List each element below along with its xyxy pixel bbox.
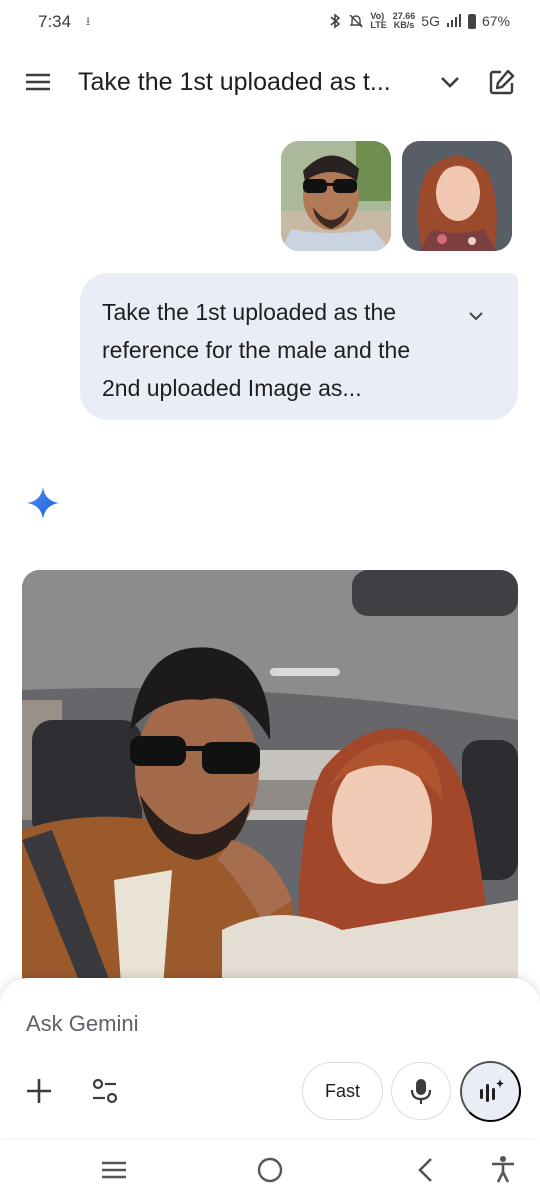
lte-label: LTE	[370, 20, 387, 30]
user-message-bubble[interactable]: Take the 1st uploaded as the reference f…	[80, 273, 518, 420]
speed-unit: KB/s	[393, 20, 415, 30]
back-icon[interactable]	[412, 1156, 440, 1184]
user-message-text: Take the 1st uploaded as the reference f…	[102, 299, 411, 401]
status-time: 7:34	[38, 12, 72, 31]
tools-settings-icon[interactable]	[88, 1074, 122, 1108]
chevron-down-icon[interactable]	[436, 68, 464, 96]
volte-indicator: Vo) LTE	[370, 12, 386, 30]
expand-chevron-icon[interactable]	[466, 305, 486, 325]
home-icon[interactable]	[256, 1156, 284, 1184]
recent-apps-icon[interactable]	[100, 1158, 128, 1182]
status-bar: 7:34 ⭳ Vo) LTE 27.66 KB/s 5G 67%	[0, 0, 540, 44]
gemini-sparkle-icon	[27, 487, 59, 519]
microphone-button[interactable]	[391, 1062, 451, 1120]
uploaded-image-female[interactable]	[402, 141, 512, 251]
microphone-icon	[410, 1079, 432, 1104]
app-header: Take the 1st uploaded as t...	[0, 54, 540, 110]
download-icon: ⭳	[86, 14, 91, 28]
status-indicators: Vo) LTE 27.66 KB/s 5G 67%	[328, 12, 510, 30]
network-speed: 27.66 KB/s	[393, 12, 416, 30]
edit-icon[interactable]	[488, 68, 516, 96]
chat-title[interactable]: Take the 1st uploaded as t...	[78, 68, 418, 97]
network-type: 5G	[421, 13, 440, 29]
male-portrait-illustration	[281, 141, 391, 251]
system-nav-bar	[0, 1140, 540, 1200]
accessibility-icon[interactable]	[488, 1154, 518, 1184]
female-portrait-illustration	[402, 141, 512, 251]
battery-icon	[467, 13, 476, 29]
bluetooth-icon	[330, 13, 341, 29]
prompt-panel: Fast	[0, 978, 540, 1138]
fast-mode-button[interactable]: Fast	[302, 1062, 383, 1120]
generated-image[interactable]	[22, 570, 518, 1000]
signal-icon	[446, 14, 461, 27]
live-waveform-icon	[479, 1078, 504, 1102]
uploaded-image-male[interactable]	[281, 141, 391, 251]
add-attachment-icon[interactable]	[22, 1074, 56, 1108]
couple-selfie-illustration	[22, 570, 518, 1000]
live-mode-button[interactable]	[460, 1061, 521, 1122]
hamburger-menu-icon[interactable]	[24, 68, 52, 96]
ask-gemini-input[interactable]	[26, 1008, 486, 1040]
mute-bell-icon	[349, 14, 364, 28]
battery-percent: 67%	[481, 13, 510, 29]
